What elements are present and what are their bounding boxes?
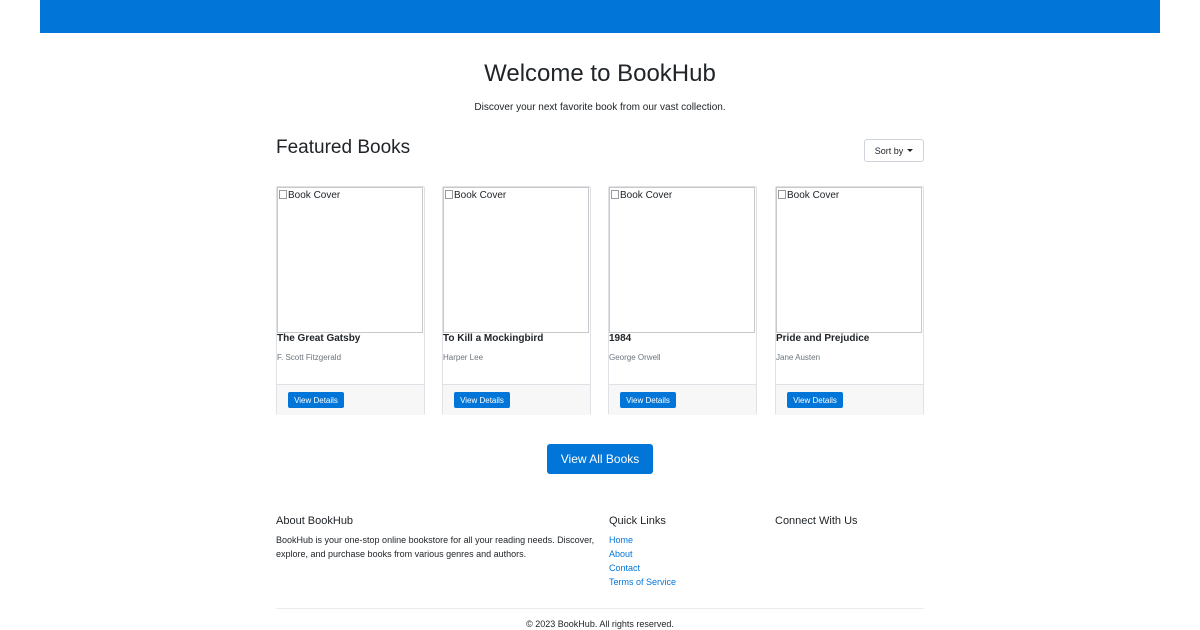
top-navbar [40,0,1160,33]
view-details-button[interactable]: View Details [288,392,344,408]
sort-by-button[interactable]: Sort by [864,139,924,162]
copyright-text: © 2023 BookHub. All rights reserved. [526,619,674,629]
book-cover-image: Book Cover [776,187,922,333]
view-all-books-button[interactable]: View All Books [547,444,653,474]
card-footer: View Details [443,384,590,415]
list-item: Home [609,533,676,547]
book-author: F. Scott Fitzgerald [277,353,342,362]
quick-links-heading: Quick Links [609,515,666,527]
book-cover-image: Book Cover [443,187,589,333]
book-card: Book Cover To Kill a Mockingbird Harper … [442,186,591,415]
book-cover-image: Book Cover [277,187,423,333]
broken-image-icon [778,190,786,199]
list-item: About [609,547,676,561]
book-author: Harper Lee [443,353,484,362]
page-title: Welcome to BookHub [484,60,716,87]
book-title: To Kill a Mockingbird [443,333,544,344]
book-cover-alt: Book Cover [454,190,507,201]
view-details-button[interactable]: View Details [454,392,510,408]
book-title: Pride and Prejudice [776,333,870,344]
footer-link-home[interactable]: Home [609,535,633,545]
book-cover-alt: Book Cover [620,190,673,201]
footer-link-terms[interactable]: Terms of Service [609,577,676,587]
book-title: 1984 [609,333,632,344]
list-item: Contact [609,561,676,575]
broken-image-icon [611,190,619,199]
book-card: Book Cover 1984 George Orwell View Detai… [608,186,757,415]
footer-link-contact[interactable]: Contact [609,563,640,573]
featured-books-heading: Featured Books [276,137,411,158]
book-cover-alt: Book Cover [787,190,840,201]
caret-down-icon [907,149,914,152]
list-item: Terms of Service [609,575,676,589]
card-footer: View Details [609,384,756,415]
book-cover-alt: Book Cover [288,190,341,201]
card-footer: View Details [277,384,424,415]
view-details-button[interactable]: View Details [787,392,843,408]
connect-heading: Connect With Us [775,515,858,527]
quick-links-list: Home About Contact Terms of Service [609,533,676,589]
book-card: Book Cover The Great Gatsby F. Scott Fit… [276,186,425,415]
book-author: Jane Austen [776,353,821,362]
book-title: The Great Gatsby [277,333,361,344]
view-details-button[interactable]: View Details [620,392,676,408]
page-subtitle: Discover your next favorite book from ou… [474,102,726,113]
broken-image-icon [279,190,287,199]
book-card: Book Cover Pride and Prejudice Jane Aust… [775,186,924,415]
about-text: BookHub is your one-stop online bookstor… [276,535,595,559]
broken-image-icon [445,190,453,199]
footer-link-about[interactable]: About [609,549,633,559]
card-footer: View Details [776,384,923,415]
about-heading: About BookHub [276,515,354,527]
book-author: George Orwell [609,353,661,362]
footer-divider [276,608,924,609]
sort-by-label: Sort by [874,145,904,156]
book-cover-image: Book Cover [609,187,755,333]
